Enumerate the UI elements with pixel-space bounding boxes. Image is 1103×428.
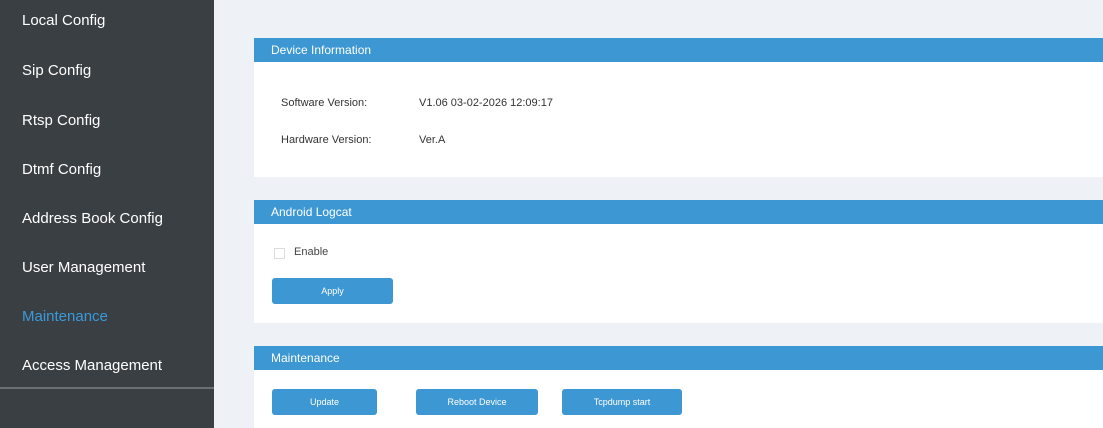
software-version-label: Software Version: [281, 97, 368, 109]
sidebar-item-dtmf-config[interactable]: Dtmf Config [22, 161, 101, 178]
tcpdump-start-button[interactable]: Tcpdump start [562, 389, 682, 415]
sidebar-item-rtsp-config[interactable]: Rtsp Config [22, 112, 100, 129]
sidebar-divider [0, 387, 214, 389]
sidebar-item-sip-config[interactable]: Sip Config [22, 62, 91, 79]
maintenance-header: Maintenance [254, 346, 1103, 370]
sidebar-item-maintenance[interactable]: Maintenance [22, 308, 108, 325]
reboot-device-button[interactable]: Reboot Device [416, 389, 538, 415]
main-content: Device Information Software Version: V1.… [214, 0, 1103, 428]
hardware-version-label: Hardware Version: [281, 134, 372, 146]
sidebar: Local Config Sip Config Rtsp Config Dtmf… [0, 0, 214, 428]
enable-checkbox[interactable] [274, 248, 285, 259]
maintenance-panel: Maintenance Update Reboot Device Tcpdump… [254, 346, 1103, 428]
enable-checkbox-label: Enable [294, 246, 329, 258]
apply-button[interactable]: Apply [272, 278, 393, 304]
sidebar-item-user-management[interactable]: User Management [22, 259, 145, 276]
android-logcat-panel: Android Logcat Enable Apply [254, 200, 1103, 323]
hardware-version-value: Ver.A [419, 134, 446, 146]
sidebar-item-local-config[interactable]: Local Config [22, 12, 105, 29]
android-logcat-header: Android Logcat [254, 200, 1103, 224]
sidebar-item-access-management[interactable]: Access Management [22, 357, 162, 374]
sidebar-item-address-book-config[interactable]: Address Book Config [22, 210, 163, 227]
update-button[interactable]: Update [272, 389, 377, 415]
device-information-panel: Device Information Software Version: V1.… [254, 38, 1103, 177]
software-version-value: V1.06 03-02-2026 12:09:17 [419, 97, 553, 109]
device-information-header: Device Information [254, 38, 1103, 62]
